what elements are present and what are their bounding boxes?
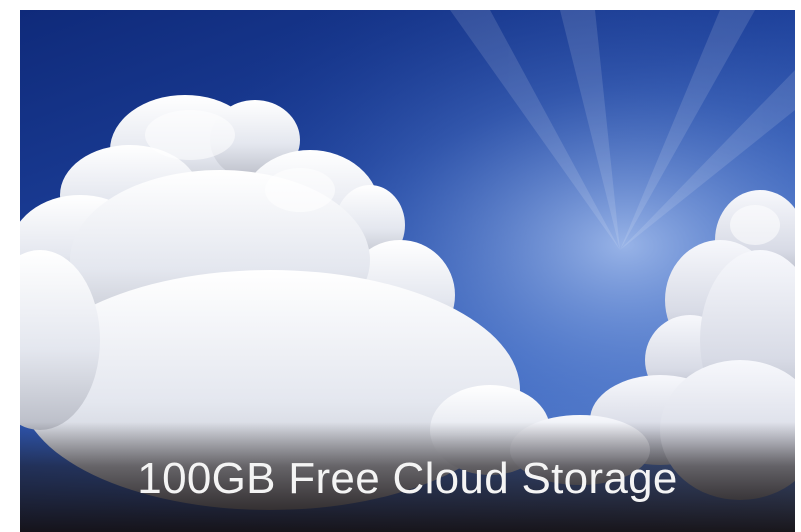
banner-caption: 100GB Free Cloud Storage [137,454,678,503]
cloud-storage-banner-image: 100GB Free Cloud Storage [20,10,795,532]
page-frame: 100GB Free Cloud Storage [0,0,801,532]
